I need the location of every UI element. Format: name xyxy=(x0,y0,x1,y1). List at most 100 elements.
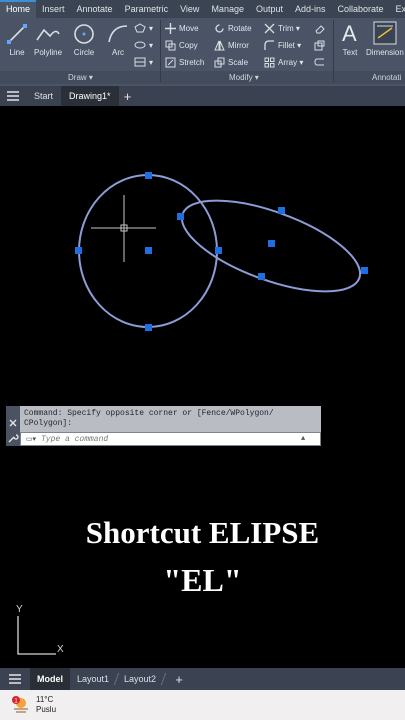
grip[interactable] xyxy=(75,247,82,254)
svg-text:A: A xyxy=(342,21,357,46)
offset-tool[interactable] xyxy=(314,57,328,68)
layout-tab-model[interactable]: Model xyxy=(30,668,70,690)
polyline-tool[interactable]: Polyline xyxy=(34,22,62,57)
grip[interactable] xyxy=(278,207,285,214)
trim-tool[interactable]: Trim ▾ xyxy=(264,23,300,34)
chevron-down-icon: ▾ xyxy=(297,58,304,67)
rotate-tool-label: Rotate xyxy=(228,24,252,33)
chevron-down-icon: ▾ xyxy=(149,57,154,67)
rotate-tool[interactable]: Rotate xyxy=(214,23,252,34)
stretch-tool[interactable]: Stretch xyxy=(165,57,204,68)
command-line-handle[interactable] xyxy=(6,406,20,446)
panel-separator xyxy=(333,20,334,82)
erase-tool[interactable] xyxy=(314,23,328,34)
polyline-tool-label: Polyline xyxy=(34,48,63,57)
grip[interactable] xyxy=(145,247,152,254)
layout-tab-layout2[interactable]: Layout2 xyxy=(117,668,163,690)
ribbon-tab-parametric[interactable]: Parametric xyxy=(119,0,175,18)
ribbon-tab-addins[interactable]: Add-ins xyxy=(289,0,332,18)
grip[interactable] xyxy=(258,273,265,280)
caption-title: Shortcut ELIPSE xyxy=(85,515,320,550)
line-tool[interactable]: Line xyxy=(6,22,28,57)
command-input[interactable] xyxy=(41,434,301,444)
fillet-tool-label: Fillet xyxy=(278,41,295,50)
ribbon-tab-manage[interactable]: Manage xyxy=(205,0,250,18)
circle-tool[interactable]: Circle xyxy=(72,22,96,57)
hatch-icon xyxy=(134,57,146,67)
weather-condition: Puslu xyxy=(36,705,57,714)
command-prompt-icon[interactable]: ▭▾ xyxy=(21,433,41,445)
text-tool[interactable]: A Text xyxy=(339,20,361,57)
modify-panel-title[interactable]: Modify ▾ xyxy=(229,73,259,82)
taskbar: 1 11°C Puslu xyxy=(0,690,405,720)
ellipse-icon xyxy=(134,41,146,49)
text-icon: A xyxy=(342,21,357,46)
arc-tool[interactable]: Arc xyxy=(106,22,130,57)
menu-button[interactable] xyxy=(0,86,26,106)
grip[interactable] xyxy=(215,247,222,254)
mirror-tool[interactable]: Mirror xyxy=(214,40,249,51)
copy-icon xyxy=(165,40,176,51)
chevron-down-icon: ▾ xyxy=(149,40,154,50)
ribbon-tab-view[interactable]: View xyxy=(174,0,205,18)
circle-icon xyxy=(74,24,94,44)
command-input-bar: ▭▾ ▲ xyxy=(20,432,321,446)
close-icon[interactable] xyxy=(6,416,20,430)
dimension-tool[interactable]: Dimension xyxy=(366,20,404,57)
wrench-icon[interactable] xyxy=(6,431,20,445)
chevron-down-icon: ▾ xyxy=(294,41,302,50)
line-tool-label: Line xyxy=(9,48,25,57)
ribbon-tab-output[interactable]: Output xyxy=(250,0,289,18)
draw-panel-title[interactable]: Draw ▾ xyxy=(68,73,93,82)
panel-title-bar xyxy=(0,71,405,84)
annotation-panel-title[interactable]: Annotati xyxy=(372,73,401,82)
grip[interactable] xyxy=(268,240,275,247)
array-tool[interactable]: Array ▾ xyxy=(264,57,303,68)
array-icon xyxy=(264,57,275,68)
chevron-down-icon: ▾ xyxy=(293,24,300,33)
ribbon-tab-insert[interactable]: Insert xyxy=(36,0,71,18)
stretch-tool-label: Stretch xyxy=(179,58,205,67)
weather-text: 11°C Puslu xyxy=(36,695,56,715)
polygon-icon xyxy=(134,23,146,33)
grip[interactable] xyxy=(177,213,184,220)
scale-tool[interactable]: Scale xyxy=(214,57,248,68)
trim-icon xyxy=(264,23,275,34)
doc-tab-start[interactable]: Start xyxy=(26,86,61,106)
ucs-x-label: X xyxy=(57,644,64,655)
ribbon-tab-annotate[interactable]: Annotate xyxy=(71,0,119,18)
annotation-panel-title-text: Annotati xyxy=(372,73,402,82)
circle-tool-label: Circle xyxy=(73,48,95,57)
ribbon-tab-ex[interactable]: Ex xyxy=(390,0,405,18)
trim-tool-label: Trim xyxy=(278,24,294,33)
new-layout-button[interactable]: + xyxy=(170,672,188,687)
arc-icon xyxy=(108,25,128,43)
layout-menu-button[interactable] xyxy=(0,668,30,690)
caption-shortcut: "EL" xyxy=(163,562,242,598)
mirror-icon xyxy=(214,40,225,51)
layout-tab-layout1[interactable]: Layout1 xyxy=(70,668,116,690)
layout-tabs: Model Layout1 Layout2 + xyxy=(0,668,405,690)
modify-panel-title-text: Modify xyxy=(229,73,253,82)
move-tool[interactable]: Move xyxy=(165,23,199,34)
weather-widget-icon[interactable]: 1 xyxy=(10,694,32,716)
grip[interactable] xyxy=(361,267,368,274)
chevron-down-icon: ▾ xyxy=(254,73,259,82)
copy-tool[interactable]: Copy xyxy=(165,40,198,51)
mirror-tool-label: Mirror xyxy=(228,41,249,50)
ellipse-dropdown[interactable]: ▾ xyxy=(134,40,153,50)
grip[interactable] xyxy=(145,324,152,331)
ribbon-tabs: Home Insert Annotate Parametric View Man… xyxy=(0,0,405,18)
ribbon-tab-home[interactable]: Home xyxy=(0,0,37,18)
doc-tab-drawing1[interactable]: Drawing1* xyxy=(61,86,119,106)
hatch-dropdown[interactable]: ▾ xyxy=(134,57,153,67)
rectangle-dropdown[interactable]: ▾ xyxy=(134,23,153,33)
command-history: Command: Specify opposite corner or [Fen… xyxy=(20,406,321,432)
ribbon-tab-collaborate[interactable]: Collaborate xyxy=(332,0,390,18)
grip[interactable] xyxy=(145,172,152,179)
chevron-up-icon[interactable]: ▲ xyxy=(301,435,311,443)
explode-tool[interactable] xyxy=(314,40,328,51)
document-tabs: Start Drawing1* + xyxy=(0,86,405,106)
new-tab-button[interactable]: + xyxy=(119,89,137,104)
fillet-tool[interactable]: Fillet ▾ xyxy=(264,40,301,51)
